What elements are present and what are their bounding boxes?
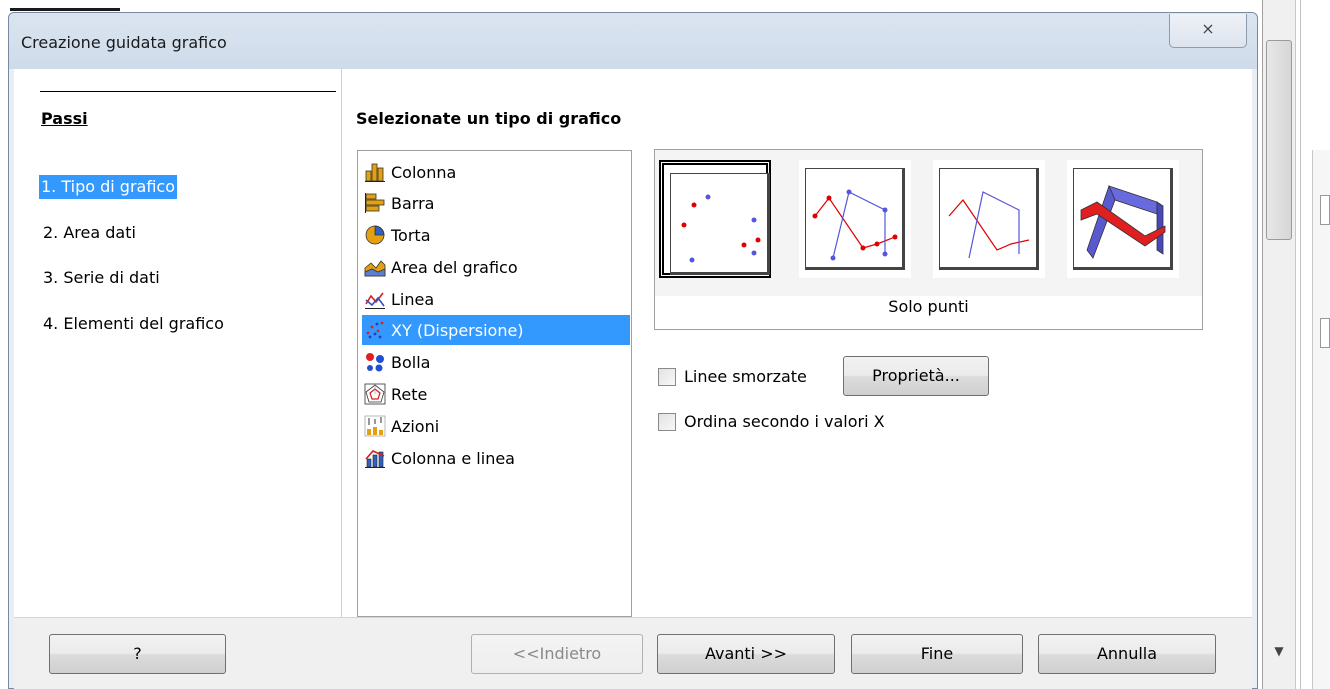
chart-type-label: Azioni <box>391 416 440 436</box>
bar-chart-icon <box>364 192 386 214</box>
sort-by-x-checkbox[interactable] <box>658 412 676 431</box>
net-chart-icon <box>364 383 386 405</box>
background-top <box>0 0 1262 10</box>
lines-3d-icon <box>1080 184 1166 259</box>
chart-variant-panel: Solo punti <box>654 149 1203 330</box>
chart-type-list[interactable]: Colonna Barra Torta Area del grafico Lin… <box>357 150 632 617</box>
chart-type-column-line[interactable]: Colonna e linea <box>362 443 630 473</box>
chart-type-bar[interactable]: Barra <box>362 188 630 218</box>
next-button[interactable]: Avanti >> <box>657 634 835 674</box>
smooth-lines-option[interactable]: Linee smorzate <box>658 367 807 386</box>
chart-type-stock[interactable]: Azioni <box>362 411 630 441</box>
chart-wizard-dialog: Creazione guidata grafico ⨯ Passi 1. Tip… <box>8 12 1258 689</box>
smooth-lines-label: Linee smorzate <box>684 367 807 386</box>
column-chart-icon <box>364 161 386 183</box>
step-chart-elements[interactable]: 4. Elementi del grafico <box>41 312 226 336</box>
cancel-button[interactable]: Annulla <box>1038 634 1216 674</box>
column-line-chart-icon <box>364 447 386 469</box>
chart-type-label: Area del grafico <box>391 257 518 277</box>
variant-caption: Solo punti <box>888 297 969 316</box>
chart-type-label: Barra <box>391 193 435 213</box>
step-data-range[interactable]: 2. Area dati <box>41 221 138 245</box>
sort-by-x-option[interactable]: Ordina secondo i valori X <box>658 412 885 431</box>
points-lines-icon <box>812 189 898 261</box>
properties-button[interactable]: Proprietà... <box>843 356 989 396</box>
titlebar: Creazione guidata grafico ⨯ <box>9 13 1257 69</box>
steps-heading: Passi <box>41 109 88 128</box>
chart-type-label: Linea <box>391 289 435 309</box>
points-only-icon <box>681 194 761 263</box>
dialog-title: Creazione guidata grafico <box>21 33 227 52</box>
variant-3d-lines[interactable] <box>1067 160 1179 278</box>
back-button[interactable]: <<Indietro <box>471 634 643 674</box>
pie-chart-icon <box>364 224 386 246</box>
chart-type-bubble[interactable]: Bolla <box>362 347 630 377</box>
dialog-client: Passi 1. Tipo di grafico 2. Area dati 3.… <box>14 69 1252 689</box>
step-data-series[interactable]: 3. Serie di dati <box>41 266 162 290</box>
background-top-mark <box>10 8 120 11</box>
chart-type-heading: Selezionate un tipo di grafico <box>356 109 622 128</box>
xy-scatter-chart-icon <box>364 319 386 341</box>
variant-lines-only[interactable] <box>933 160 1045 278</box>
step-chart-type[interactable]: 1. Tipo di grafico <box>39 175 177 199</box>
line-chart-icon <box>364 288 386 310</box>
chart-type-xy-scatter[interactable]: XY (Dispersione) <box>362 315 630 345</box>
chart-type-label: Torta <box>391 225 431 245</box>
stock-chart-icon <box>364 415 386 437</box>
chart-type-pane: Selezionate un tipo di grafico Colonna B… <box>343 69 1252 617</box>
background-side-box <box>1320 318 1330 348</box>
background-scroll-thumb[interactable] <box>1266 40 1292 240</box>
variant-points-only[interactable] <box>659 160 771 278</box>
button-bar: ? <<Indietro Avanti >> Fine Annulla <box>14 617 1252 689</box>
scroll-down-arrow-icon[interactable]: ▼ <box>1266 636 1292 666</box>
chart-type-line[interactable]: Linea <box>362 284 630 314</box>
chart-type-column[interactable]: Colonna <box>362 157 630 187</box>
steps-pane: Passi 1. Tipo di grafico 2. Area dati 3.… <box>14 69 342 617</box>
chart-type-label: Rete <box>391 384 428 404</box>
background-side-box <box>1320 195 1330 225</box>
lines-only-icon <box>948 191 1030 259</box>
close-icon: ⨯ <box>1201 19 1215 38</box>
chart-variant-tiles <box>655 150 1202 296</box>
finish-button[interactable]: Fine <box>851 634 1023 674</box>
area-chart-icon <box>364 256 386 278</box>
background-side-strip <box>1312 150 1330 689</box>
chart-type-area[interactable]: Area del grafico <box>362 252 630 282</box>
chart-type-label: Bolla <box>391 352 431 372</box>
chart-type-net[interactable]: Rete <box>362 379 630 409</box>
steps-divider <box>40 91 336 92</box>
chart-type-label: Colonna e linea <box>391 448 515 468</box>
smooth-lines-checkbox[interactable] <box>658 367 676 386</box>
help-button[interactable]: ? <box>49 634 226 674</box>
chart-type-pie[interactable]: Torta <box>362 220 630 250</box>
close-button[interactable]: ⨯ <box>1169 14 1247 48</box>
chart-type-label: Colonna <box>391 162 457 182</box>
variant-points-and-lines[interactable] <box>799 160 911 278</box>
sort-by-x-label: Ordina secondo i valori X <box>684 412 885 431</box>
bubble-chart-icon <box>364 351 386 373</box>
chart-type-label: XY (Dispersione) <box>391 320 524 340</box>
